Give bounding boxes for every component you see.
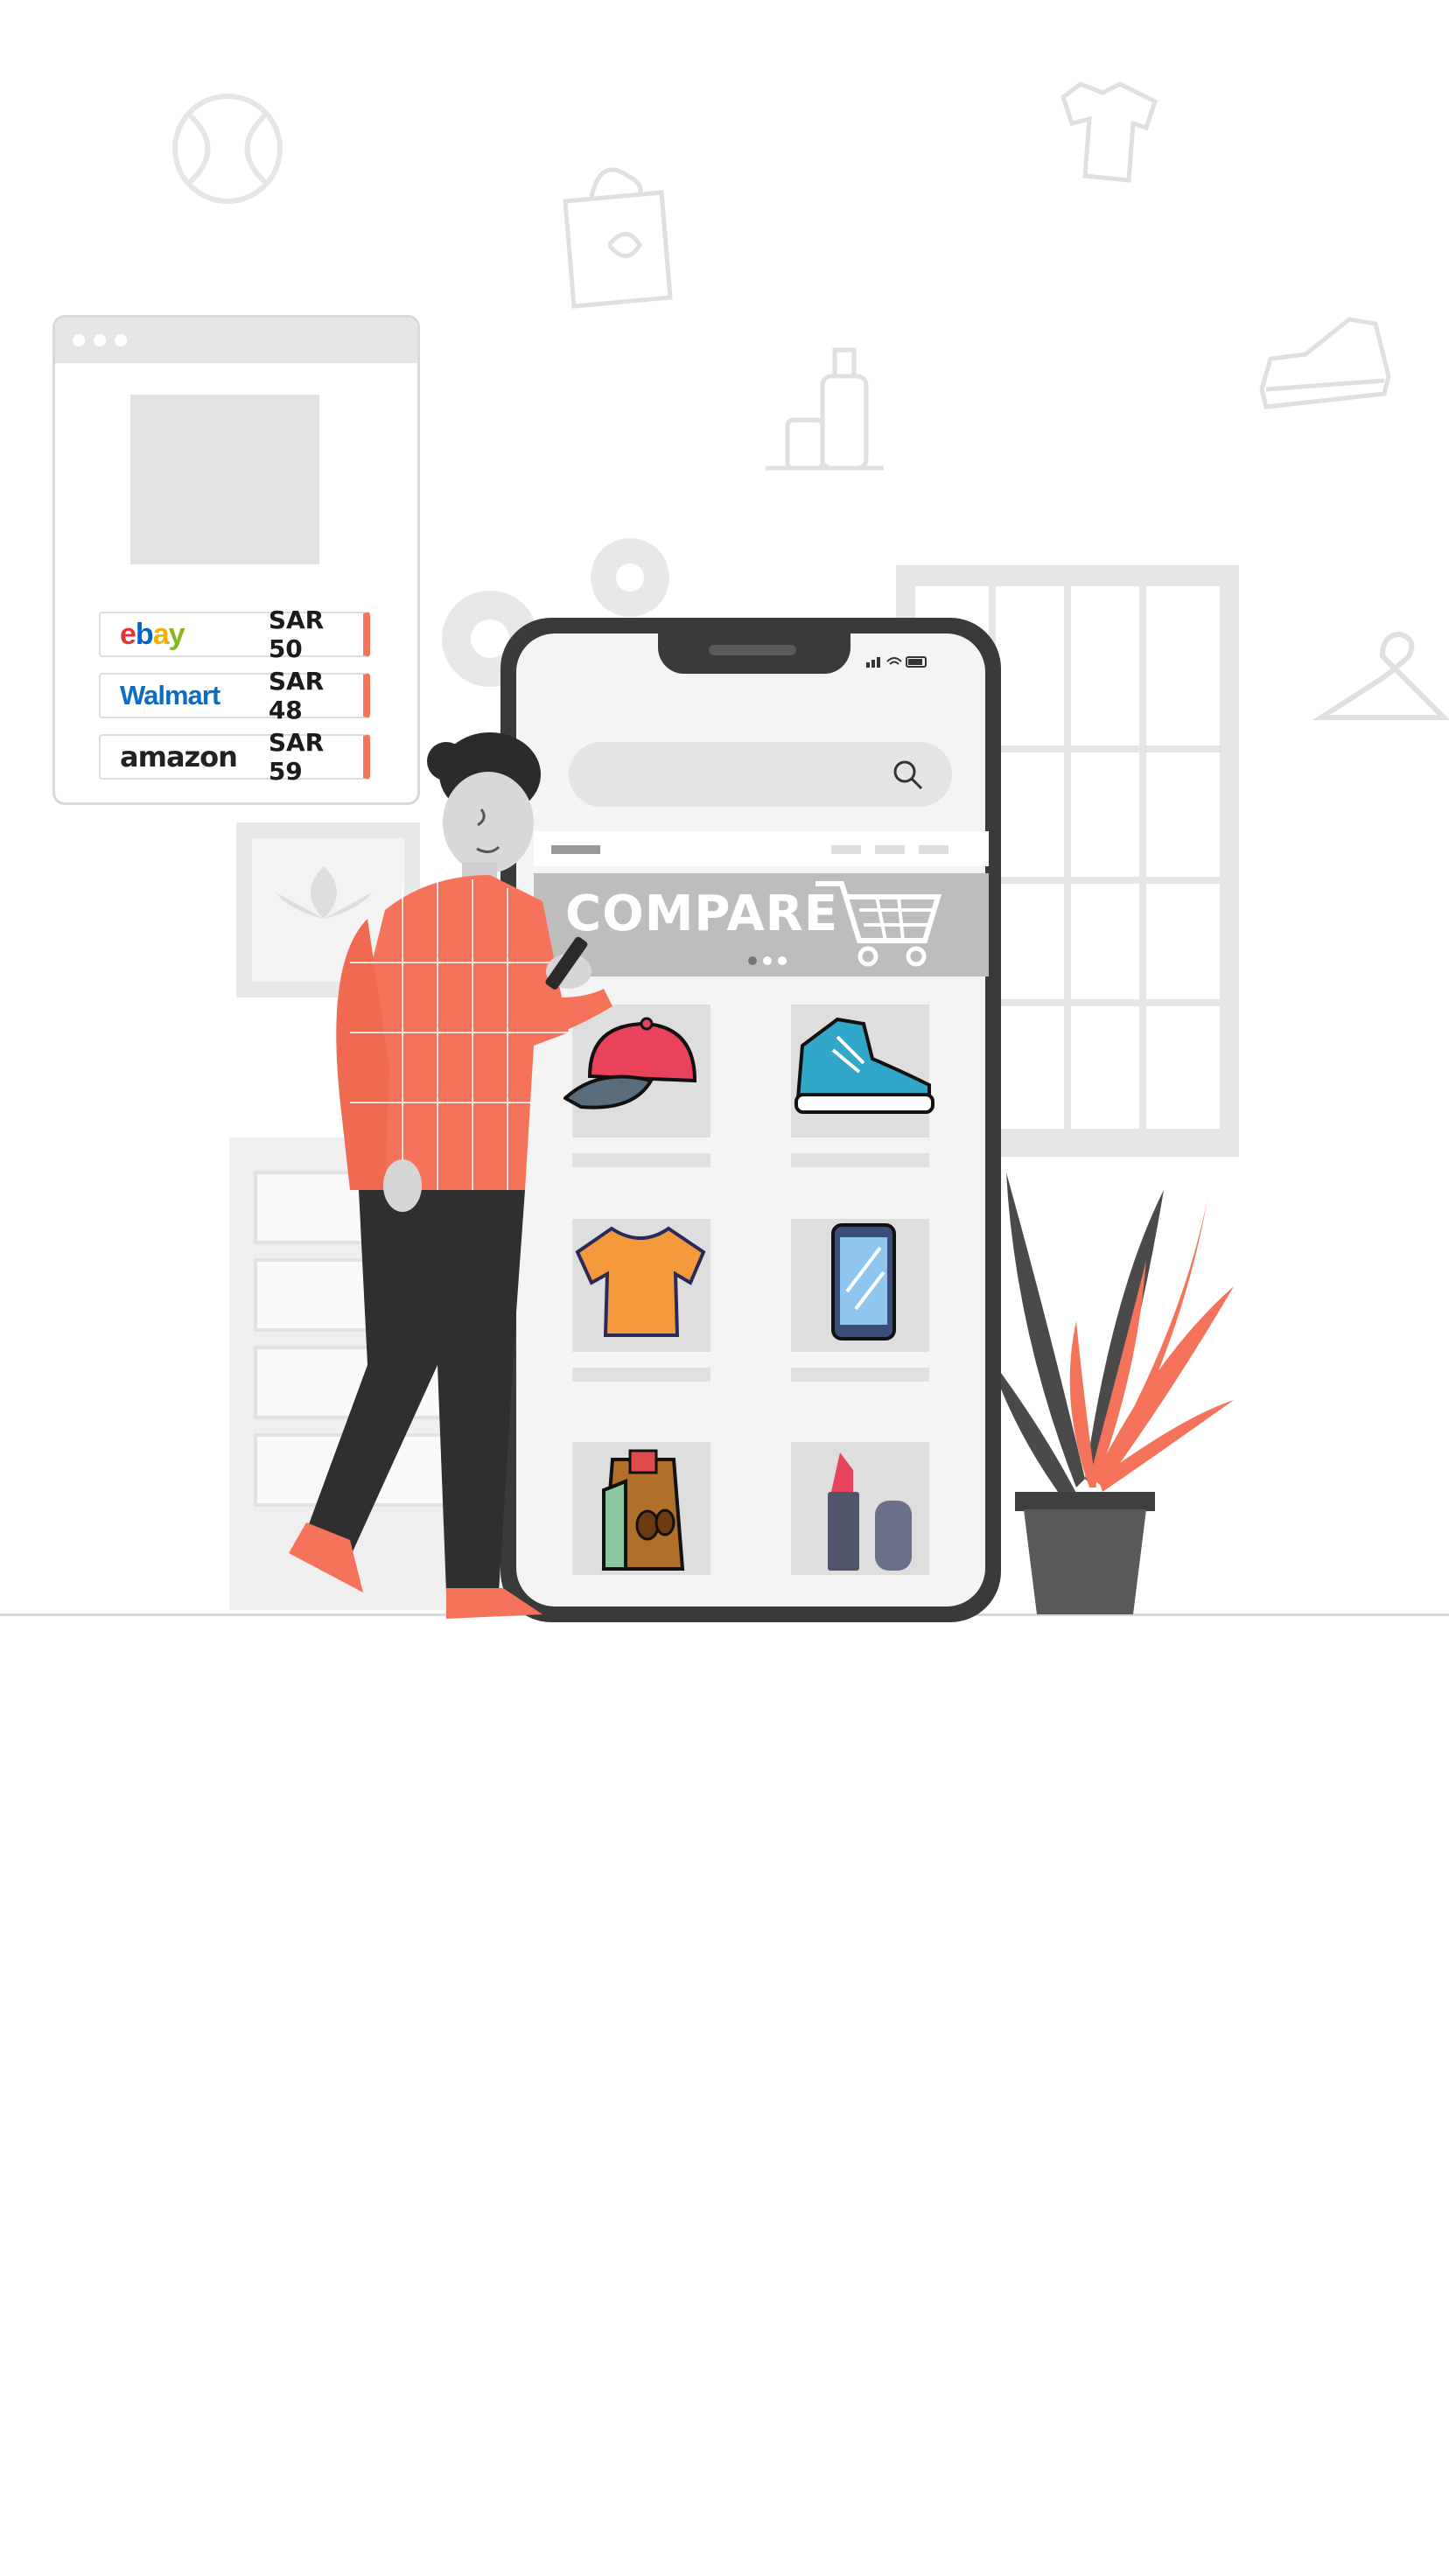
sneaker-outline-icon	[1259, 317, 1391, 410]
hanger-icon	[1312, 631, 1449, 720]
ebay-logo: ebay	[120, 617, 186, 651]
price-row-amazon[interactable]: amazon SAR 59	[99, 728, 370, 786]
cosmetics-bottles-icon	[766, 347, 884, 471]
window-dot	[94, 334, 106, 346]
carousel-dot-active[interactable]	[748, 956, 757, 965]
sneaker-icon	[794, 1017, 934, 1114]
price-comparison-card: ebay SAR 50 Walmart SAR 48 amazon SAR 59	[52, 315, 420, 805]
price-value: SAR 59	[268, 728, 325, 786]
search-icon[interactable]	[891, 758, 926, 793]
shopping-bag-icon	[563, 167, 673, 309]
illustration: COMPARE	[0, 0, 1449, 1662]
product-label	[791, 1368, 929, 1382]
small-gear-icon	[591, 538, 669, 617]
amazon-logo: amazon	[120, 740, 238, 774]
shopping-cart-icon	[816, 881, 942, 967]
tshirt-outline-icon	[1060, 81, 1158, 183]
window-dot	[115, 334, 127, 346]
status-bar	[866, 654, 936, 668]
walmart-logo: Walmart	[120, 680, 220, 710]
price-row-walmart[interactable]: Walmart SAR 48	[99, 667, 370, 724]
speaker	[709, 645, 796, 655]
person	[289, 732, 612, 1619]
carousel-dot[interactable]	[778, 956, 787, 965]
plant	[989, 1172, 1234, 1614]
tennis-ball-icon	[172, 94, 283, 204]
lipstick-icon	[828, 1452, 912, 1571]
carousel-dot[interactable]	[763, 956, 772, 965]
smartphone-icon	[831, 1223, 896, 1340]
price-row-ebay[interactable]: ebay SAR 50	[99, 606, 370, 663]
window-dot	[73, 334, 85, 346]
price-value: SAR 48	[268, 667, 325, 724]
product-label	[791, 1153, 929, 1167]
price-value: SAR 50	[268, 606, 325, 663]
card-title-bar	[55, 318, 417, 363]
product-image-placeholder	[130, 395, 319, 564]
